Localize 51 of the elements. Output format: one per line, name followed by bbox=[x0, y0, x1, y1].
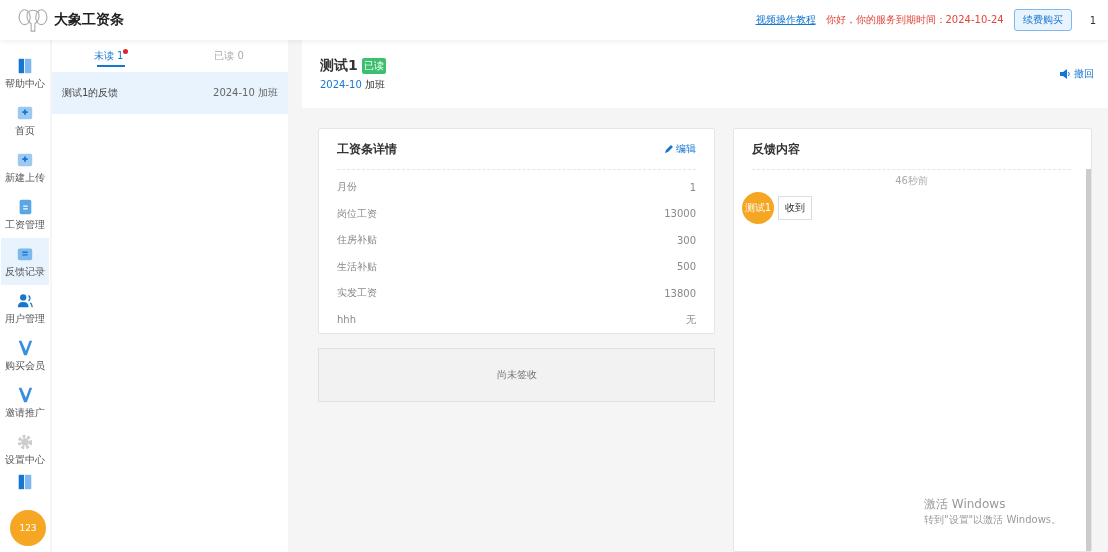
field-label: 住房补贴 bbox=[337, 233, 377, 248]
v-letter-icon bbox=[16, 385, 34, 404]
nav-item[interactable]: 反馈记录 bbox=[1, 238, 49, 285]
user-name[interactable]: 1 bbox=[1089, 14, 1096, 26]
field-value: 13800 bbox=[664, 287, 696, 299]
field-value: 300 bbox=[676, 234, 696, 246]
sender-avatar: 测试1 bbox=[742, 192, 774, 224]
nav-item[interactable]: 新建上传 bbox=[1, 144, 49, 191]
nav-item[interactable]: 用户管理 bbox=[1, 285, 49, 332]
field-label: 实发工资 bbox=[337, 286, 377, 301]
field-label: 月份 bbox=[337, 180, 357, 195]
settings-icon bbox=[16, 432, 34, 451]
type-text: 加班 bbox=[365, 78, 385, 90]
pencil-icon bbox=[664, 144, 674, 154]
elephant-logo-icon bbox=[18, 7, 48, 33]
app-name: 大象工资条 bbox=[54, 11, 124, 29]
nav-item[interactable]: 邀请推广 bbox=[1, 379, 49, 426]
expiry-notice: 你好，你的服务到期时间：2024-10-24 bbox=[825, 13, 1004, 27]
card-title: 工资条详情 bbox=[337, 140, 397, 158]
field-value: 13000 bbox=[664, 208, 696, 220]
nav-item[interactable]: 购买会员 bbox=[1, 332, 49, 379]
feedback-list-item[interactable]: 测试1的反馈 2024-10 加班 bbox=[52, 72, 288, 114]
users-icon bbox=[16, 291, 34, 310]
book-icon bbox=[16, 56, 34, 75]
activation-notice-text: 转到"设置"以激活 Windows。 bbox=[924, 513, 1062, 527]
list-tab[interactable]: 未读 1 bbox=[52, 43, 170, 69]
nav-item[interactable]: 首页 bbox=[1, 97, 49, 144]
field-value: 无 bbox=[686, 312, 696, 327]
period-text: 2024-10 bbox=[320, 78, 362, 90]
sign-status-text: 尚未签收 bbox=[496, 368, 537, 382]
field-label: 生活补贴 bbox=[337, 259, 377, 274]
nav-item[interactable]: 设置中心 bbox=[1, 426, 49, 473]
field-label: 岗位工资 bbox=[337, 206, 377, 221]
employee-name: 测试1 bbox=[320, 56, 358, 75]
message-bubble: 收到 bbox=[778, 196, 812, 220]
renew-button[interactable]: 续费购买 bbox=[1013, 9, 1072, 31]
card-title: 反馈内容 bbox=[752, 140, 800, 158]
speaker-icon bbox=[1060, 69, 1071, 79]
field-value: 500 bbox=[676, 261, 696, 273]
v-letter-icon bbox=[16, 338, 34, 357]
edit-link[interactable]: 编辑 bbox=[664, 142, 696, 156]
nav-item[interactable]: 帮助中心 bbox=[1, 50, 49, 97]
revoke-link[interactable]: 撤回 bbox=[1060, 67, 1094, 81]
status-tag: 已读 bbox=[361, 57, 386, 74]
nav-item[interactable]: 工资管理 bbox=[1, 191, 49, 238]
activation-notice-title: 激活 Windows bbox=[924, 496, 1007, 513]
tutorial-link[interactable]: 视频操作教程 bbox=[755, 13, 816, 27]
field-label: hhh bbox=[337, 314, 356, 326]
field-value: 1 bbox=[689, 181, 696, 193]
message-time: 46秒前 bbox=[894, 174, 929, 188]
book-icon bbox=[16, 473, 34, 491]
